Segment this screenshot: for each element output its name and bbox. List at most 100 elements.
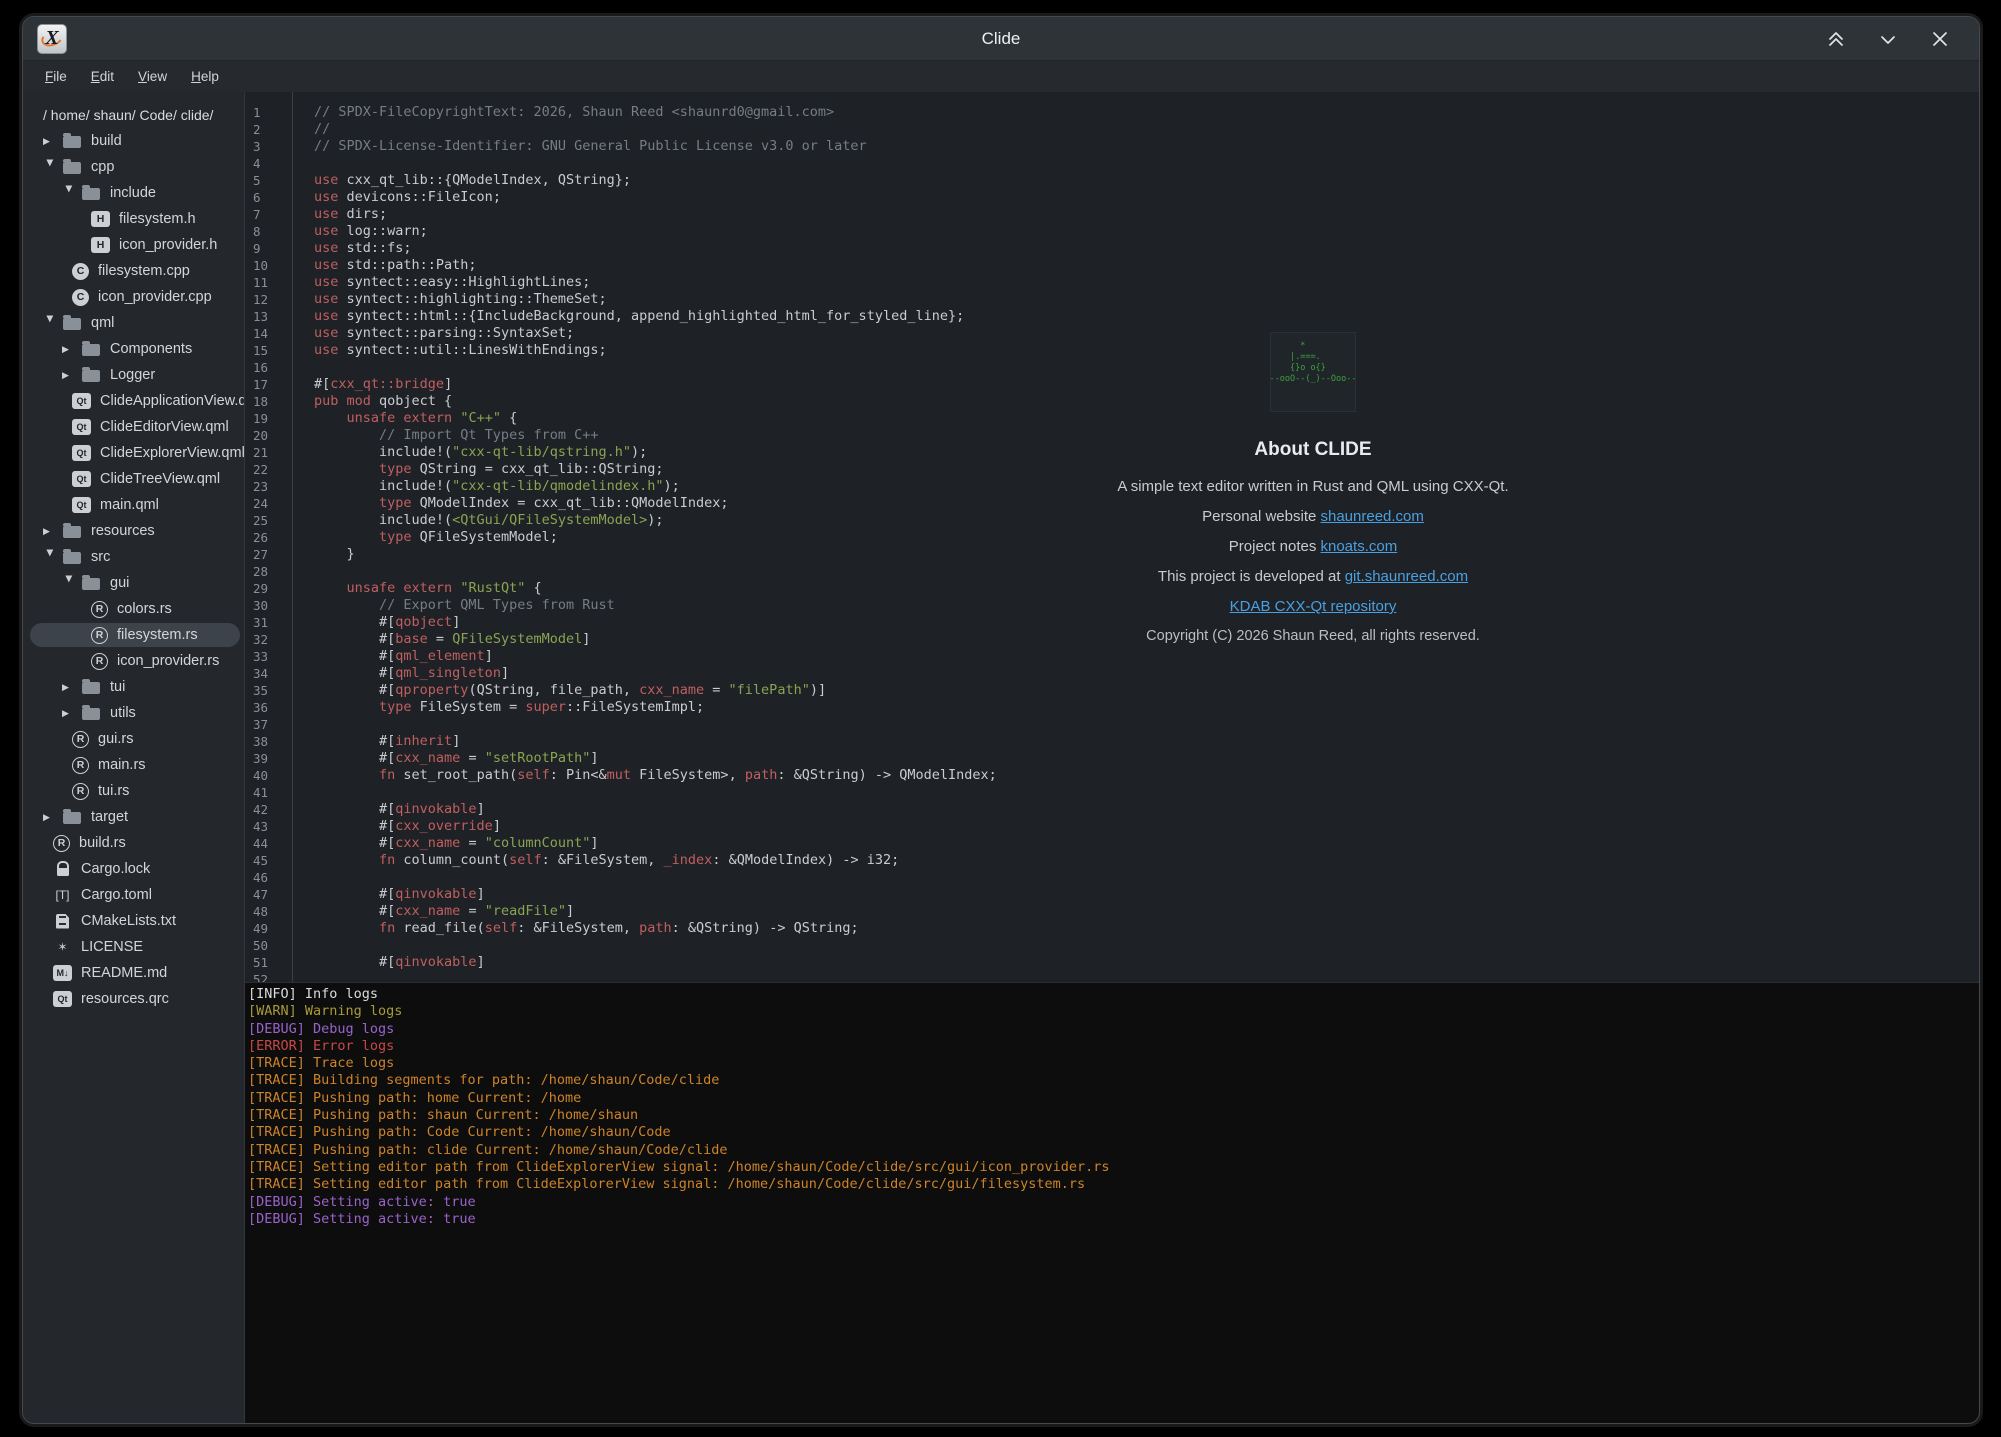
tree-item-label: ClideEditorView.qml: [100, 419, 229, 435]
project-notes-link[interactable]: knoats.com: [1321, 538, 1398, 555]
window-minimize-button[interactable]: [1877, 28, 1899, 50]
chevron-right-icon[interactable]: ▶: [43, 136, 59, 147]
chevron-down-icon[interactable]: ▶: [64, 575, 75, 591]
chevron-right-icon[interactable]: ▶: [62, 344, 78, 355]
tree-item-label: README.md: [81, 965, 167, 981]
folder-icon: [82, 370, 100, 382]
log-line-trace: [TRACE] Setting editor path from ClideEx…: [248, 1176, 1979, 1193]
about-website-line: Personal website shaunreed.com: [1063, 508, 1563, 525]
tree-file-icon_provider.h[interactable]: Hicon_provider.h: [23, 232, 244, 258]
tree-folder-gui[interactable]: ▶gui: [23, 570, 244, 596]
code-pane[interactable]: // SPDX-FileCopyrightText: 2026, Shaun R…: [293, 104, 997, 982]
personal-website-link[interactable]: shaunreed.com: [1321, 508, 1424, 525]
line-number: 37: [253, 716, 292, 733]
code-line: // Export QML Types from Rust: [314, 597, 997, 614]
title-bar[interactable]: X Clide: [23, 17, 1979, 61]
tree-item-label: resources.qrc: [81, 991, 169, 1007]
log-panel[interactable]: [INFO] Info logs[WARN] Warning logs[DEBU…: [245, 982, 1979, 1423]
tree-file-ClideTreeView.qml[interactable]: QtClideTreeView.qml: [23, 466, 244, 492]
line-number: 26: [253, 529, 292, 546]
code-editor[interactable]: 1234567891011121314151617181920212223242…: [245, 92, 1979, 982]
line-number: 52: [253, 971, 292, 982]
tree-folder-cpp[interactable]: ▶cpp: [23, 154, 244, 180]
tree-folder-utils[interactable]: ▶utils: [23, 700, 244, 726]
tree-file-icon_provider.rs[interactable]: Ricon_provider.rs: [23, 648, 244, 674]
line-number: 23: [253, 478, 292, 495]
tree-folder-include[interactable]: ▶include: [23, 180, 244, 206]
code-line: [314, 971, 997, 982]
line-number: 2: [253, 121, 292, 138]
tree-folder-build[interactable]: ▶ build: [23, 128, 244, 154]
code-line: #[qml_singleton]: [314, 665, 997, 682]
line-number: 8: [253, 223, 292, 240]
chevron-down-icon[interactable]: ▶: [45, 315, 56, 331]
editor-column: 1234567891011121314151617181920212223242…: [245, 92, 1979, 1423]
chevron-down-icon[interactable]: ▶: [64, 185, 75, 201]
tree-file-ClideApplicationView.qml[interactable]: QtClideApplicationView.qml: [23, 388, 244, 414]
close-icon: [1930, 29, 1950, 49]
tree-item-label: build: [91, 133, 122, 149]
menu-view[interactable]: View: [128, 66, 177, 87]
tree-file-CMakeLists.txt[interactable]: CMakeLists.txt: [23, 908, 244, 934]
tree-file-filesystem.h[interactable]: Hfilesystem.h: [23, 206, 244, 232]
tree-file-colors.rs[interactable]: Rcolors.rs: [23, 596, 244, 622]
window-close-button[interactable]: [1929, 28, 1951, 50]
window-shade-button[interactable]: [1825, 28, 1847, 50]
folder-icon: [63, 812, 81, 824]
log-line-trace: [TRACE] Pushing path: home Current: /hom…: [248, 1090, 1979, 1107]
line-number: 18: [253, 393, 292, 410]
tree-file-ClideEditorView.qml[interactable]: Qt ClideEditorView.qml: [23, 414, 244, 440]
tree-item-label: Logger: [110, 367, 155, 383]
tree-folder-src[interactable]: ▶src: [23, 544, 244, 570]
kdab-cxx-qt-link[interactable]: KDAB CXX-Qt repository: [1230, 598, 1397, 615]
code-line: #[cxx_override]: [314, 818, 997, 835]
code-line: unsafe extern "RustQt" {: [314, 580, 997, 597]
chevron-right-icon[interactable]: ▶: [43, 812, 59, 823]
qt-file-icon: Qt: [53, 991, 72, 1007]
tree-file-resources.qrc[interactable]: Qt resources.qrc: [23, 986, 244, 1012]
chevron-right-icon[interactable]: ▶: [62, 708, 78, 719]
git-repo-link[interactable]: git.shaunreed.com: [1345, 568, 1468, 585]
file-tree: ▶ build ▶cpp▶includeHfilesystem.hHicon_pro…: [23, 128, 244, 1012]
chevron-down-icon[interactable]: ▶: [45, 549, 56, 565]
chevron-down-icon[interactable]: ▶: [45, 159, 56, 175]
tree-file-README.md[interactable]: M↓README.md: [23, 960, 244, 986]
chevron-right-icon[interactable]: ▶: [43, 526, 59, 537]
line-number: 38: [253, 733, 292, 750]
tree-file-LICENSE[interactable]: ✶LICENSE: [23, 934, 244, 960]
tree-folder-qml[interactable]: ▶qml: [23, 310, 244, 336]
rs-file-icon: R: [72, 783, 89, 800]
qt-file-icon: Qt: [72, 419, 91, 435]
tree-file-main.qml[interactable]: Qtmain.qml: [23, 492, 244, 518]
tree-folder-Components[interactable]: ▶Components: [23, 336, 244, 362]
tree-file-filesystem.cpp[interactable]: Cfilesystem.cpp: [23, 258, 244, 284]
license-file-icon: ✶: [53, 939, 72, 955]
tree-file-icon_provider.cpp[interactable]: Cicon_provider.cpp: [23, 284, 244, 310]
code-line: type QModelIndex = cxx_qt_lib::QModelInd…: [314, 495, 997, 512]
file-explorer-sidebar[interactable]: / home/ shaun/ Code/ clide/ ▶build▶cpp▶i…: [23, 92, 245, 1423]
menu-edit[interactable]: Edit: [81, 66, 124, 87]
menu-help[interactable]: Help: [181, 66, 229, 87]
code-line: //: [314, 121, 997, 138]
code-line: [314, 869, 997, 886]
tree-file-tui.rs[interactable]: Rtui.rs: [23, 778, 244, 804]
line-number: 40: [253, 767, 292, 784]
tree-file-Cargo.lock[interactable]: Cargo.lock: [23, 856, 244, 882]
chevron-right-icon[interactable]: ▶: [62, 370, 78, 381]
h-file-icon: H: [91, 211, 110, 227]
tree-folder-resources[interactable]: ▶resources: [23, 518, 244, 544]
tree-folder-target[interactable]: ▶target: [23, 804, 244, 830]
tree-folder-Logger[interactable]: ▶ Logger: [23, 362, 244, 388]
code-line: }: [314, 546, 997, 563]
tree-folder-tui[interactable]: ▶tui: [23, 674, 244, 700]
line-number: 13: [253, 308, 292, 325]
chevron-right-icon[interactable]: ▶: [62, 682, 78, 693]
tree-file-main.rs[interactable]: Rmain.rs: [23, 752, 244, 778]
menu-file[interactable]: File: [35, 66, 77, 87]
tree-file-gui.rs[interactable]: Rgui.rs: [23, 726, 244, 752]
tree-file-ClideExplorerView.qml[interactable]: QtClideExplorerView.qml: [23, 440, 244, 466]
tree-file-filesystem.rs[interactable]: Rfilesystem.rs: [23, 622, 244, 648]
tree-file-Cargo.toml[interactable]: [T]Cargo.toml: [23, 882, 244, 908]
line-number: 15: [253, 342, 292, 359]
tree-file-build.rs[interactable]: Rbuild.rs: [23, 830, 244, 856]
